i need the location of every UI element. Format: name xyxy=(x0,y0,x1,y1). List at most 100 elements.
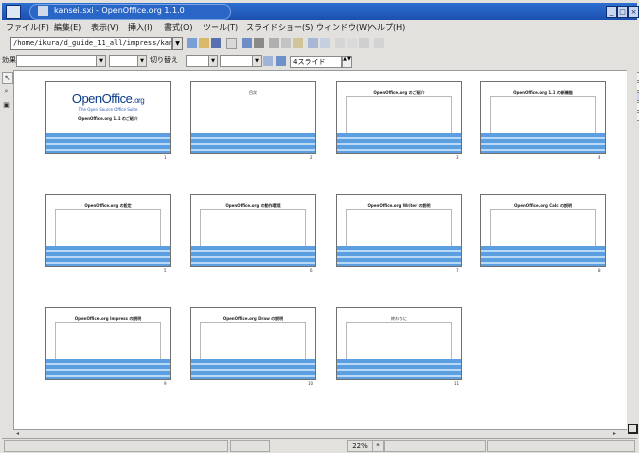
slide-show-icon[interactable] xyxy=(263,56,273,66)
slide-number: 5 xyxy=(164,268,167,273)
slide-thumbnail-5[interactable]: OpenOffice.org の設定 xyxy=(45,194,171,267)
close-icon[interactable]: × xyxy=(628,6,639,18)
paste-icon[interactable] xyxy=(293,38,303,48)
slide-stripes xyxy=(46,246,170,266)
zoom-level[interactable]: 22% xyxy=(347,440,373,452)
minimize-icon[interactable]: _ xyxy=(606,6,617,18)
chevron-down-icon[interactable]: ▼ xyxy=(208,56,217,66)
status-position xyxy=(230,440,270,452)
slide-title: OpenOffice.org Calc の説明 xyxy=(513,203,573,208)
select-arrow-icon[interactable]: ↖ xyxy=(2,72,13,84)
slide-content-box xyxy=(346,209,452,247)
transition-combo[interactable]: ▼ xyxy=(186,55,218,67)
status-info xyxy=(4,440,228,452)
slide-design-icon[interactable] xyxy=(276,56,286,66)
maximize-icon[interactable]: □ xyxy=(617,6,628,18)
slide-thumbnail-1[interactable]: OpenOffice.org The Open Source Office Su… xyxy=(45,81,171,154)
slide-number: 4 xyxy=(598,155,601,160)
menu-slideshow[interactable]: スライドショー(S) xyxy=(246,22,313,33)
vertical-scrollbar[interactable] xyxy=(627,70,638,438)
spinner-icon[interactable]: ▲▼ xyxy=(342,56,352,68)
slide-title: 目次 xyxy=(249,90,257,95)
menu-insert[interactable]: 挿入(I) xyxy=(128,22,153,33)
slide-content-box xyxy=(346,322,452,360)
edit-file-icon[interactable] xyxy=(187,38,197,48)
url-dropdown-icon[interactable]: ▼ xyxy=(172,37,183,50)
slide-stripes xyxy=(337,246,461,266)
slide-title: OpenOffice.org のご紹介 xyxy=(373,90,425,95)
chevron-down-icon[interactable]: ▼ xyxy=(137,56,146,66)
slide-content-box xyxy=(55,209,161,247)
slide-stripes xyxy=(337,359,461,379)
menu-help[interactable]: ヘルプ(H) xyxy=(369,22,405,33)
slide-thumbnail-8[interactable]: OpenOffice.org Calc の説明 xyxy=(480,194,606,267)
menu-bar: ファイル(F) 編集(E) 表示(V) 挿入(I) 書式(O) ツール(T) ス… xyxy=(2,21,637,34)
undo-icon[interactable] xyxy=(308,38,318,48)
export-pdf-icon[interactable] xyxy=(242,38,252,48)
slides-per-row-field[interactable]: 4スライド xyxy=(290,56,342,68)
slide-thumbnail-3[interactable]: OpenOffice.org のご紹介 xyxy=(336,81,462,154)
timing-combo[interactable]: ▼ xyxy=(220,55,262,67)
hyperlink-icon[interactable] xyxy=(335,38,345,48)
slide-thumbnail-6[interactable]: OpenOffice.org の動作環境 xyxy=(190,194,316,267)
url-input[interactable]: /home/ikura/d_guide_11_all/impress/kanse… xyxy=(10,37,172,50)
find-icon[interactable] xyxy=(347,38,357,48)
slide-content-box xyxy=(55,322,161,360)
window-title: kansei.sxi - OpenOffice.org 1.1.0 xyxy=(54,6,185,15)
speed-combo[interactable]: ▼ xyxy=(109,55,147,67)
chevron-down-icon[interactable]: ▼ xyxy=(96,56,105,66)
effect-label: 効果 xyxy=(2,56,16,64)
slide-show-start-icon[interactable]: ▣ xyxy=(2,100,11,110)
save-icon[interactable] xyxy=(211,38,221,48)
function-bar: /home/ikura/d_guide_11_all/impress/kanse… xyxy=(2,35,637,53)
slide-number: 10 xyxy=(308,381,314,386)
status-layout xyxy=(487,440,635,452)
slide-title: OpenOffice.org Impress の説明 xyxy=(74,316,142,321)
scroll-right-icon[interactable]: ▸ xyxy=(613,430,616,437)
title-bar[interactable]: kansei.sxi - OpenOffice.org 1.1.0 _ □ × xyxy=(2,3,639,20)
window-menu-icon[interactable] xyxy=(6,5,21,19)
menu-view[interactable]: 表示(V) xyxy=(91,22,119,33)
cut-icon[interactable] xyxy=(269,38,279,48)
menu-window[interactable]: ウィンドウ(W) xyxy=(316,22,370,33)
effect-combo[interactable]: ▼ xyxy=(16,55,106,67)
slide-stripes xyxy=(481,133,605,153)
edit-mode-icon[interactable] xyxy=(226,38,237,49)
scroll-corner-icon[interactable] xyxy=(628,424,638,434)
redo-icon[interactable] xyxy=(320,38,330,48)
slide-content-box xyxy=(200,322,306,360)
logo-tagline: The Open Source Office Suite xyxy=(78,107,138,112)
slide-thumbnail-11[interactable]: 終わりに xyxy=(336,307,462,380)
slide-number: 8 xyxy=(598,268,601,273)
navigator-icon[interactable] xyxy=(359,38,369,48)
slide-title: OpenOffice.org Draw の説明 xyxy=(222,316,284,321)
slide-thumbnail-7[interactable]: OpenOffice.org Writer の説明 xyxy=(336,194,462,267)
slide-thumbnail-2[interactable]: 目次 xyxy=(190,81,316,154)
zoom-icon[interactable]: ⌕ xyxy=(2,86,11,96)
scroll-left-icon[interactable]: ◂ xyxy=(16,430,19,437)
menu-tools[interactable]: ツール(T) xyxy=(203,22,238,33)
slide-title: 終わりに xyxy=(391,316,407,321)
open-folder-icon[interactable] xyxy=(199,38,209,48)
slide-number: 11 xyxy=(454,381,460,386)
slide-content-box xyxy=(346,96,452,134)
slide-thumbnail-9[interactable]: OpenOffice.org Impress の説明 xyxy=(45,307,171,380)
slide-title: OpenOffice.org の動作環境 xyxy=(225,203,281,208)
chevron-down-icon[interactable]: ▼ xyxy=(252,56,261,66)
slide-stripes xyxy=(191,133,315,153)
slide-thumbnail-10[interactable]: OpenOffice.org Draw の説明 xyxy=(190,307,316,380)
menu-edit[interactable]: 編集(E) xyxy=(54,22,81,33)
slide-title: OpenOffice.org Writer の説明 xyxy=(367,203,431,208)
slide-sorter-workspace[interactable]: OpenOffice.org The Open Source Office Su… xyxy=(13,70,629,432)
slide-stripes xyxy=(337,133,461,153)
slide-thumbnail-4[interactable]: OpenOffice.org 1.1 の新機能 xyxy=(480,81,606,154)
slide-stripes xyxy=(191,359,315,379)
menu-file[interactable]: ファイル(F) xyxy=(6,22,49,33)
menu-format[interactable]: 書式(O) xyxy=(164,22,193,33)
gallery-icon[interactable] xyxy=(374,38,384,48)
print-icon[interactable] xyxy=(254,38,264,48)
insert-mode[interactable]: * xyxy=(372,440,384,452)
slide-content-box xyxy=(490,209,596,247)
slide-content-box xyxy=(200,209,306,247)
copy-icon[interactable] xyxy=(281,38,291,48)
